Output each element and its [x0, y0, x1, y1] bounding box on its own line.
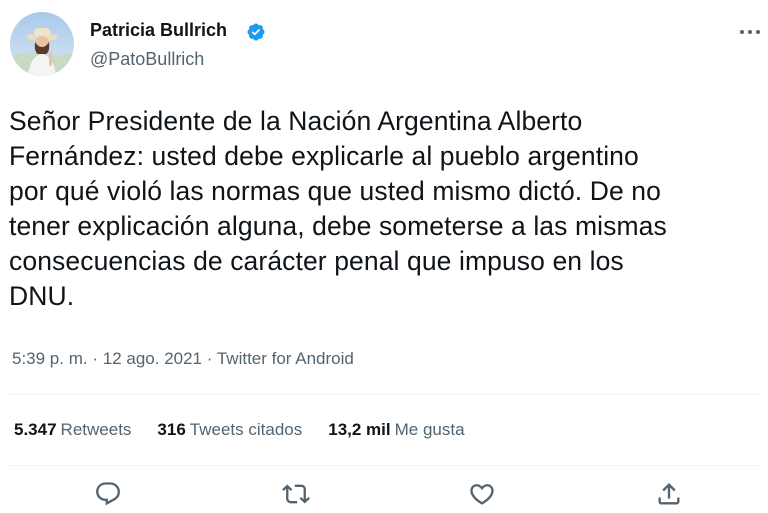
more-options-button[interactable] [736, 22, 764, 42]
meta-separator: · [206, 349, 213, 368]
tweet-source[interactable]: Twitter for Android [217, 349, 354, 368]
tweet-text: Señor Presidente de la Nación Argentina … [9, 104, 759, 314]
like-button[interactable] [468, 480, 496, 508]
retweet-button[interactable] [282, 480, 310, 508]
tweet-text-line: Señor Presidente de la Nación Argentina … [9, 106, 583, 136]
verified-badge-icon [246, 22, 266, 42]
tweet-stats: 5.347 Retweets 316 Tweets citados 13,2 mil… [14, 420, 465, 440]
reply-icon [96, 482, 120, 506]
likes-label: Me gusta [394, 420, 465, 439]
author-name[interactable]: Patricia Bullrich [90, 20, 227, 41]
tweet-text-line: tener explicación alguna, debe someterse… [9, 211, 667, 241]
retweets-stat[interactable]: 5.347 Retweets [14, 420, 131, 440]
tweet-text-line: consecuencias de carácter penal que impu… [9, 246, 624, 276]
likes-stat[interactable]: 13,2 mil Me gusta [328, 420, 464, 440]
quotes-count: 316 [157, 420, 186, 439]
avatar-image [10, 12, 74, 76]
tweet-date[interactable]: 12 ago. 2021 [103, 349, 202, 368]
reply-button[interactable] [94, 480, 122, 508]
tweet-time[interactable]: 5:39 p. m. [12, 349, 88, 368]
avatar[interactable] [10, 12, 74, 76]
tweet-card: Patricia Bullrich @PatoBullrich Señor Pr… [0, 0, 768, 512]
retweet-icon [282, 484, 310, 504]
likes-count: 13,2 mil [328, 420, 391, 439]
heart-icon [470, 484, 494, 505]
quotes-label: Tweets citados [189, 420, 303, 439]
tweet-text-line: por qué violó las normas que usted mismo… [9, 176, 661, 206]
retweets-count: 5.347 [14, 420, 57, 439]
divider [10, 394, 758, 395]
quotes-stat[interactable]: 316 Tweets citados [157, 420, 302, 440]
author-handle[interactable]: @PatoBullrich [90, 49, 204, 70]
share-icon [658, 483, 680, 505]
tweet-text-line: Fernández: usted debe explicarle al pueb… [9, 141, 639, 171]
meta-separator: · [92, 349, 99, 368]
retweets-label: Retweets [60, 420, 132, 439]
tweet-text-line: DNU. [9, 281, 75, 311]
divider [10, 465, 758, 466]
share-button[interactable] [655, 480, 683, 508]
tweet-meta: 5:39 p. m. · 12 ago. 2021 · Twitter for … [12, 349, 354, 369]
more-icon [740, 30, 760, 34]
